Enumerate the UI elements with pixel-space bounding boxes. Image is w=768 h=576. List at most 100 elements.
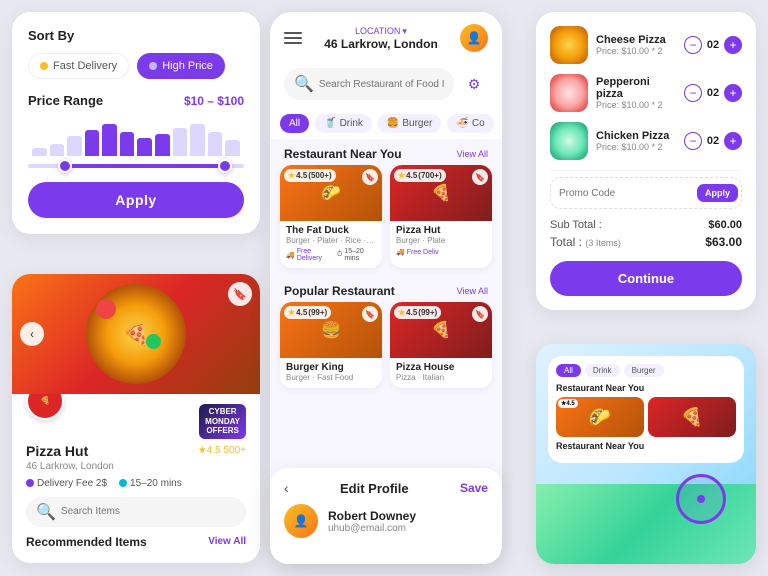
bar-1	[32, 148, 47, 156]
subtotal-value: $60.00	[708, 219, 742, 231]
hamburger-line-3	[284, 42, 302, 44]
pizza-hero-image: 🍕 ‹ 🔖	[12, 274, 260, 394]
bar-6	[120, 132, 135, 156]
popular-card-1-bookmark[interactable]: 🔖	[362, 306, 378, 322]
sc-tab-burger[interactable]: Burger	[624, 364, 664, 377]
pepperoni-pizza-thumbnail	[550, 74, 588, 112]
pizza-hut-review-count: (700+)	[418, 171, 441, 180]
fast-delivery-btn[interactable]: Fast Delivery	[28, 53, 129, 79]
nearby-view-all[interactable]: View All	[457, 149, 488, 159]
popular-card-2-bookmark[interactable]: 🔖	[472, 306, 488, 322]
total-value: $63.00	[705, 235, 742, 249]
tab-drink[interactable]: 🥤 Drink	[315, 114, 372, 133]
restaurant-name: Pizza Hut	[26, 443, 88, 459]
price-bar-chart	[28, 116, 244, 156]
search-food-input[interactable]	[319, 79, 444, 90]
back-arrow[interactable]: ‹	[284, 480, 289, 496]
main-header: LOCATION ▾ 46 Larkrow, London 👤	[270, 12, 502, 60]
filter-icon-button[interactable]: ⚙	[460, 70, 488, 98]
chicken-pizza-increment[interactable]: +	[724, 132, 742, 150]
order-item-1: Cheese Pizza Price: $10.00 * 2 − 02 +	[550, 26, 742, 64]
pizza-hut-bookmark[interactable]: 🔖	[472, 169, 488, 185]
range-thumb-right[interactable]	[218, 159, 232, 173]
continue-button[interactable]: Continue	[550, 261, 742, 296]
location-name: 46 Larkrow, London	[324, 37, 438, 51]
high-price-btn[interactable]: High Price	[137, 53, 225, 79]
tab-burger[interactable]: 🍔 Burger	[378, 114, 441, 133]
fast-delivery-icon	[40, 62, 48, 70]
main-search-row: 🔍 ⚙	[270, 60, 502, 108]
pepperoni-pizza-name: Pepperoni pizza	[596, 76, 676, 100]
search-box[interactable]: 🔍	[284, 68, 454, 100]
high-price-icon	[149, 62, 157, 70]
location-center: LOCATION ▾ 46 Larkrow, London	[324, 26, 438, 51]
bar-12	[225, 140, 240, 156]
chicken-pizza-decrement[interactable]: −	[684, 132, 702, 150]
tab-co[interactable]: 🍜 Co	[447, 114, 493, 133]
total-label: Total : (3 Items)	[550, 235, 621, 249]
bookmark-icon[interactable]: 🔖	[228, 282, 252, 306]
user-avatar[interactable]: 👤	[460, 24, 488, 52]
popular-card-2[interactable]: 🍕 ★4.5 (99+) 🔖 Pizza House Pizza · Itali…	[390, 302, 492, 388]
pizzahut-info: 🍕 CYBERMONDAYOFFERS Pizza Hut ★4.5 500+ …	[12, 394, 260, 563]
pepperoni-pizza-increment[interactable]: +	[724, 84, 742, 102]
delivery-dot	[26, 479, 34, 487]
tab-all[interactable]: All	[280, 114, 309, 133]
cheese-pizza-decrement[interactable]: −	[684, 36, 702, 54]
save-link[interactable]: Save	[460, 481, 488, 495]
price-range-slider[interactable]	[28, 164, 244, 168]
sc-section-2-title: Restaurant Near You	[556, 441, 736, 451]
prev-arrow[interactable]: ‹	[20, 322, 44, 346]
chicken-pizza-info: Chicken Pizza Price: $10.00 * 2	[596, 130, 676, 152]
search-items-input[interactable]	[61, 506, 236, 517]
range-thumb-left[interactable]	[58, 159, 72, 173]
sc-tab-all[interactable]: All	[556, 364, 581, 377]
fat-duck-bookmark[interactable]: 🔖	[362, 169, 378, 185]
pepperoni-pizza-info: Pepperoni pizza Price: $10.00 * 2	[596, 76, 676, 110]
total-items-count: (3 Items)	[585, 238, 621, 248]
popular-view-all[interactable]: View All	[457, 286, 488, 296]
hamburger-menu[interactable]	[284, 32, 302, 44]
sc-tab-drink[interactable]: Drink	[585, 364, 620, 377]
popular-card-1-image: 🍔 ★4.5 (99+) 🔖	[280, 302, 382, 358]
sc-card-2[interactable]: 🍕 ★4.5	[648, 397, 736, 437]
location-chevron: ▾	[402, 26, 407, 37]
pepperoni-pizza-qty: 02	[706, 87, 720, 99]
map-circle	[676, 474, 726, 524]
screenshot-categories: All Drink Burger	[556, 364, 736, 377]
order-summary-panel: Cheese Pizza Price: $10.00 * 2 − 02 + Pe…	[536, 12, 756, 310]
fat-duck-meta: 🚚 Free Delivery ⏱ 15–20 mins	[286, 248, 376, 262]
profile-user-row: 👤 Robert Downey uhub@email.com	[284, 504, 488, 538]
restaurant-address: 46 Larkrow, London	[26, 461, 246, 472]
promo-apply-button[interactable]: Apply	[697, 184, 738, 202]
price-range-value: $10 – $100	[184, 94, 244, 108]
pizza-hut-rating: ★ 4.5 (700+)	[394, 169, 446, 182]
nearby-restaurant-cards: 🌮 ★ 4.5 (500+) 🔖 The Fat Duck Burger · P…	[270, 165, 502, 276]
order-divider	[550, 170, 742, 171]
popular-card-1-name: Burger King	[286, 362, 376, 373]
sc-cards: 🌮 ★4.5 🍕 ★4.5	[556, 397, 736, 437]
pepperoni-pizza-decrement[interactable]: −	[684, 84, 702, 102]
delivery-time-info: 15–20 mins	[119, 478, 182, 489]
cheese-pizza-increment[interactable]: +	[724, 36, 742, 54]
restaurant-card-pizza-hut[interactable]: 🍕 ★ 4.5 (700+) 🔖 Pizza Hut Burger · Plat…	[390, 165, 492, 268]
cheese-pizza-qty-control: − 02 +	[684, 36, 742, 54]
recommended-row: Recommended Items View All	[26, 535, 246, 549]
profile-user-info: Robert Downey uhub@email.com	[328, 509, 416, 534]
pepperoni-pizza-qty-control: − 02 +	[684, 84, 742, 102]
search-items-row[interactable]: 🔍	[26, 497, 246, 527]
profile-user-email: uhub@email.com	[328, 523, 416, 534]
fat-duck-time: ⏱ 15–20 mins	[337, 248, 376, 262]
pizza-visual: 🍕	[86, 284, 186, 384]
fat-duck-info: The Fat Duck Burger · Plater · Rice · Ch…	[280, 221, 382, 268]
apply-button[interactable]: Apply	[28, 182, 244, 218]
sort-buttons-group: Fast Delivery High Price	[28, 53, 244, 79]
popular-card-1[interactable]: 🍔 ★4.5 (99+) 🔖 Burger King Burger · Fast…	[280, 302, 382, 388]
recommended-view-all[interactable]: View All	[208, 536, 246, 547]
fat-duck-image: 🌮 ★ 4.5 (500+) 🔖	[280, 165, 382, 221]
category-tabs: All 🥤 Drink 🍔 Burger 🍜 Co	[270, 108, 502, 139]
promo-code-input[interactable]	[559, 188, 691, 199]
restaurant-card-fat-duck[interactable]: 🌮 ★ 4.5 (500+) 🔖 The Fat Duck Burger · P…	[280, 165, 382, 268]
nearby-section-header: Restaurant Near You View All	[270, 139, 502, 165]
bar-4	[85, 130, 100, 156]
